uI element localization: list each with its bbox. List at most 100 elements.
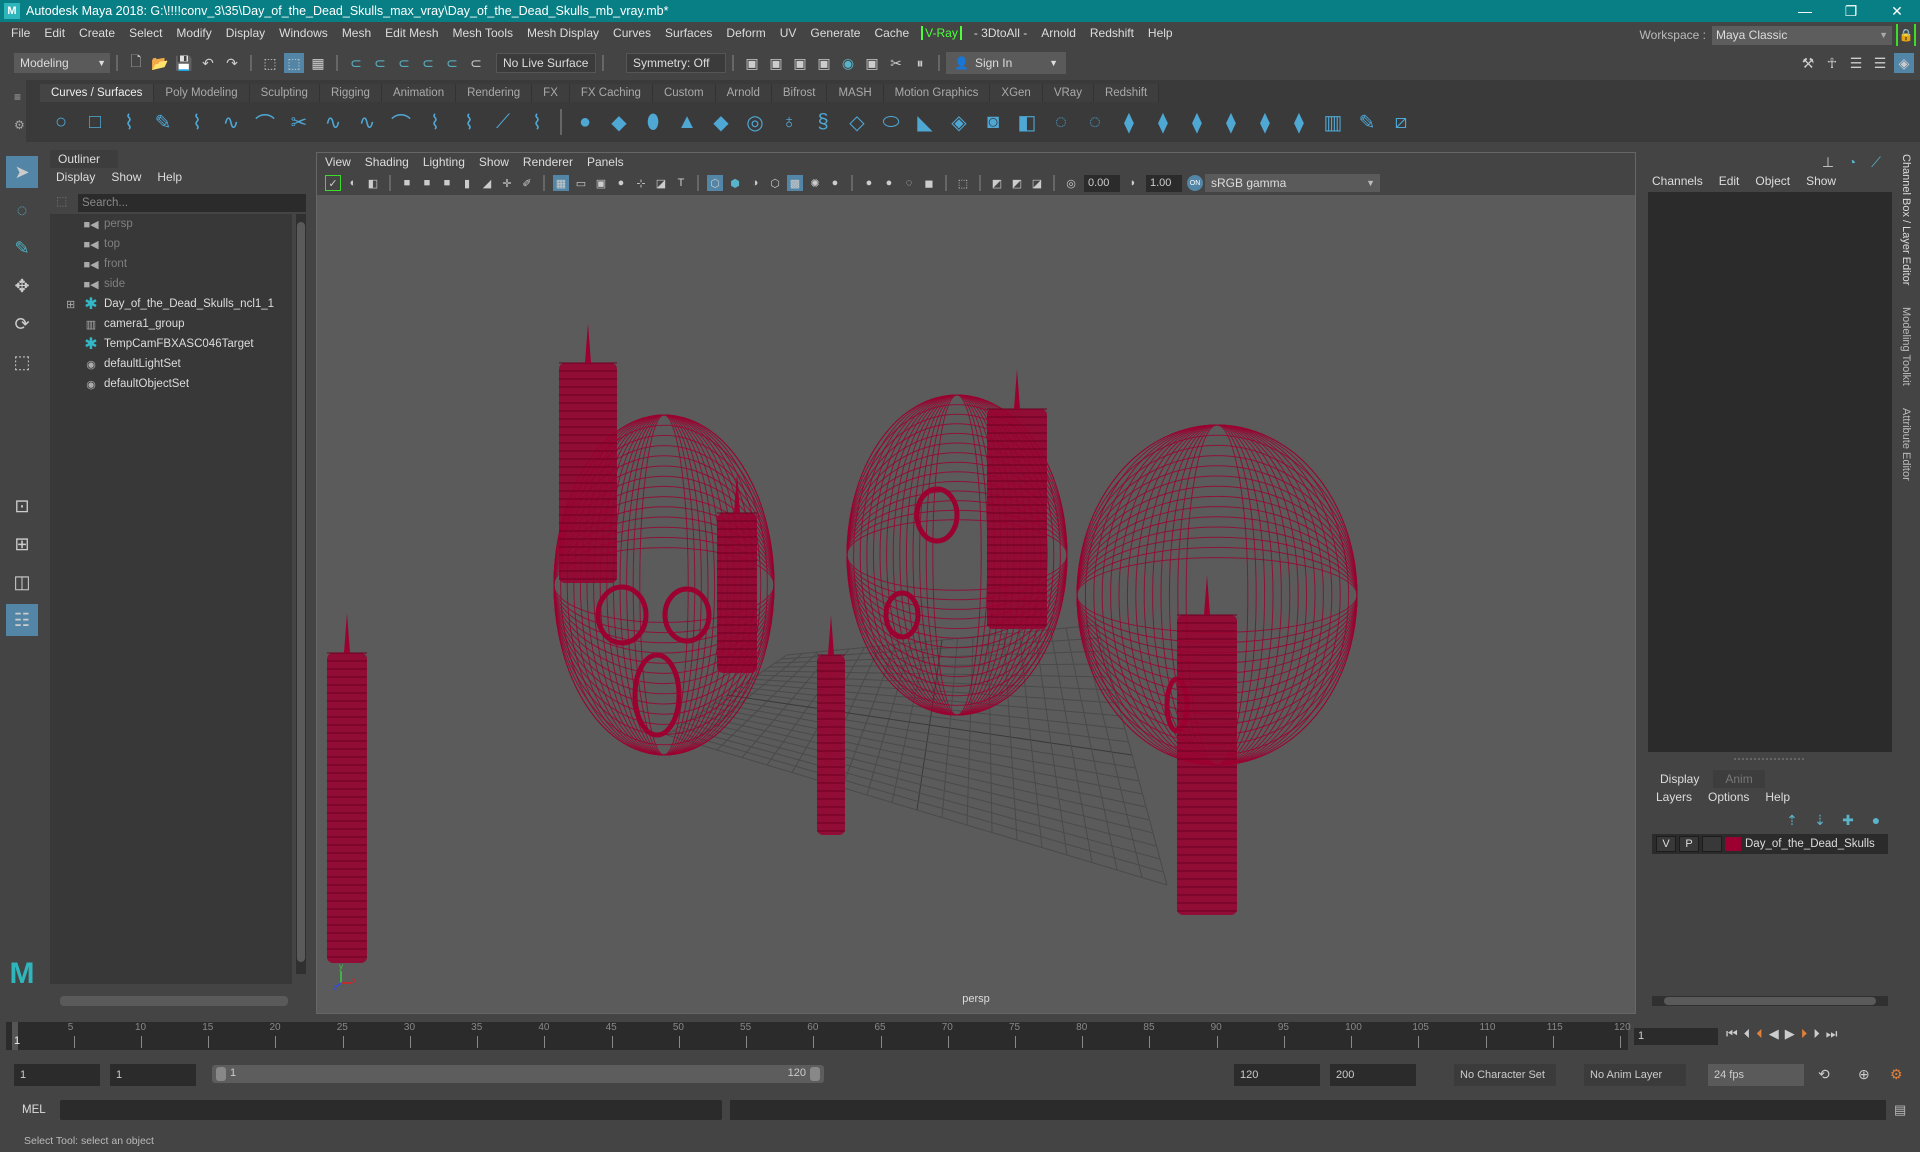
menu-select[interactable]: Select bbox=[122, 26, 169, 40]
anim-prefs-icon[interactable]: ⚙ bbox=[1890, 1066, 1903, 1083]
render-view-icon[interactable]: ▣ bbox=[742, 53, 762, 73]
shelf-tab-xgen[interactable]: XGen bbox=[990, 84, 1043, 102]
character-controls-icon[interactable]: ☥ bbox=[1822, 53, 1842, 73]
start-time-field[interactable]: 1 bbox=[14, 1064, 100, 1086]
shelf-tab-redshift[interactable]: Redshift bbox=[1093, 84, 1160, 102]
rotate-tool-icon[interactable]: ⟳ bbox=[6, 308, 38, 340]
outliner-item[interactable]: ■◀ persp bbox=[50, 214, 292, 234]
gamma-field[interactable]: 1.00 bbox=[1146, 174, 1182, 192]
nurbs-torus-icon[interactable]: ◎ bbox=[741, 108, 769, 136]
menu-modify[interactable]: Modify bbox=[169, 26, 218, 40]
outliner-item[interactable]: ■◀ front bbox=[50, 254, 292, 274]
fps-dropdown[interactable]: 24 fps bbox=[1708, 1064, 1804, 1086]
channel-box-icon[interactable]: ◈ bbox=[1894, 53, 1914, 73]
bevel-icon[interactable]: ◈ bbox=[945, 108, 973, 136]
snap-surface-icon[interactable]: ⊂ bbox=[442, 53, 462, 73]
lock-icon[interactable]: 🔒 bbox=[1896, 24, 1916, 46]
tab-anim[interactable]: Anim bbox=[1713, 770, 1765, 788]
viewport-menu-view[interactable]: View bbox=[325, 155, 351, 169]
persp-outliner-layout-icon[interactable]: ◫ bbox=[6, 566, 38, 598]
new-scene-icon[interactable]: 🗋 bbox=[126, 53, 146, 73]
isolate-select-icon[interactable]: ⬚ bbox=[955, 175, 971, 191]
safe-title-icon[interactable]: T bbox=[673, 175, 689, 191]
menu-mesh-display[interactable]: Mesh Display bbox=[520, 26, 606, 40]
hypershade-icon[interactable]: ◉ bbox=[838, 53, 858, 73]
sculpt-surface-icon[interactable]: ✎ bbox=[1353, 108, 1381, 136]
light-editor-icon[interactable]: ✂ bbox=[886, 53, 906, 73]
camera-icon[interactable]: ■ bbox=[399, 175, 415, 191]
outliner-hscrollbar[interactable] bbox=[60, 996, 288, 1006]
layer-color-swatch[interactable] bbox=[1725, 837, 1741, 851]
filter-icon[interactable]: ⬚ bbox=[56, 194, 67, 208]
select-tool-icon[interactable]: ➤ bbox=[6, 156, 38, 188]
outliner-item[interactable]: ■◀ top bbox=[50, 234, 292, 254]
nurbs-square-icon[interactable]: □ bbox=[81, 108, 109, 136]
shelf-tab-mash[interactable]: MASH bbox=[827, 84, 884, 102]
sign-in-button[interactable]: 👤 Sign In ▼ bbox=[946, 52, 1066, 74]
shelf-tab-animation[interactable]: Animation bbox=[381, 84, 457, 102]
redo-icon[interactable]: ↷ bbox=[222, 53, 242, 73]
close-button[interactable]: ✕ bbox=[1874, 0, 1920, 22]
speed-icon[interactable]: ◔ bbox=[1842, 152, 1862, 172]
move-tool-icon[interactable]: ✥ bbox=[6, 270, 38, 302]
auto-key-icon[interactable]: ⊕ bbox=[1858, 1066, 1870, 1083]
shelf-tab-sculpting[interactable]: Sculpting bbox=[249, 84, 320, 102]
extrude-icon[interactable]: ⬭ bbox=[877, 108, 905, 136]
move-layer-up-icon[interactable]: ⇡ bbox=[1782, 810, 1802, 830]
ep-curve-icon[interactable]: ⌇ bbox=[183, 108, 211, 136]
safe-action-icon[interactable]: ◪ bbox=[653, 175, 669, 191]
layer-menu-layers[interactable]: Layers bbox=[1656, 790, 1692, 804]
outliner-item[interactable]: ■◀ side bbox=[50, 274, 292, 294]
pencil-curve-icon[interactable]: ✎ bbox=[149, 108, 177, 136]
revolve-icon[interactable]: ♁ bbox=[775, 108, 803, 136]
ipr-render-icon[interactable]: ▣ bbox=[790, 53, 810, 73]
channelbox-menu-edit[interactable]: Edit bbox=[1719, 174, 1740, 188]
expand-icon[interactable]: ⊞ bbox=[66, 298, 75, 311]
select-object-icon[interactable]: ⬚ bbox=[284, 53, 304, 73]
menu-vray[interactable]: V-Ray bbox=[921, 26, 962, 40]
viewport-panel[interactable]: View Shading Lighting Show Renderer Pane… bbox=[316, 152, 1636, 1014]
side-tab-channel-box[interactable]: Channel Box / Layer Editor bbox=[1898, 150, 1914, 289]
untrim-icon[interactable]: ⧫ bbox=[1115, 108, 1143, 136]
move-layer-down-icon[interactable]: ⇣ bbox=[1810, 810, 1830, 830]
shelf-tab-curves-surfaces[interactable]: Curves / Surfaces bbox=[40, 84, 155, 102]
detach-curves-icon[interactable]: ∿ bbox=[353, 108, 381, 136]
go-to-end-icon[interactable]: ⏭ bbox=[1826, 1026, 1838, 1042]
viewport-menu-renderer[interactable]: Renderer bbox=[523, 155, 573, 169]
render-settings-icon[interactable]: ▣ bbox=[814, 53, 834, 73]
boundary-icon[interactable]: ◙ bbox=[979, 108, 1007, 136]
bookmark-icon[interactable]: ▮ bbox=[459, 175, 475, 191]
curve-cut-icon[interactable]: ✂ bbox=[285, 108, 313, 136]
range-start-handle[interactable] bbox=[216, 1067, 226, 1081]
menu-deform[interactable]: Deform bbox=[719, 26, 772, 40]
new-empty-layer-icon[interactable]: ✚ bbox=[1838, 810, 1858, 830]
field-chart-icon[interactable]: ⊹ bbox=[633, 175, 649, 191]
shelf-tab-rigging[interactable]: Rigging bbox=[319, 84, 382, 102]
viewport-menu-show[interactable]: Show bbox=[479, 155, 509, 169]
shadows-icon[interactable]: ● bbox=[827, 175, 843, 191]
attach-curves-icon[interactable]: ∿ bbox=[319, 108, 347, 136]
outliner-item[interactable]: ◉ defaultObjectSet bbox=[50, 374, 292, 394]
project-curve-icon[interactable]: ◌ bbox=[1047, 108, 1075, 136]
outliner-tab[interactable]: Outliner bbox=[50, 150, 118, 168]
menu-cache[interactable]: Cache bbox=[867, 26, 916, 40]
gate-mask-icon[interactable]: ● bbox=[613, 175, 629, 191]
shelf-tab-poly-modeling[interactable]: Poly Modeling bbox=[154, 84, 250, 102]
rebuild-surface-icon[interactable]: ▥ bbox=[1319, 108, 1347, 136]
film-gate-icon[interactable]: ▭ bbox=[573, 175, 589, 191]
manipulator-icon[interactable]: ⊥ bbox=[1818, 152, 1838, 172]
planar-icon[interactable]: ◇ bbox=[843, 108, 871, 136]
nurbs-circle-icon[interactable]: ○ bbox=[47, 108, 75, 136]
menu-set-dropdown[interactable]: Modeling ▼ bbox=[14, 53, 110, 73]
new-layer-selected-icon[interactable]: ● bbox=[1866, 810, 1886, 830]
attribute-editor-icon[interactable]: ☰ bbox=[1846, 53, 1866, 73]
single-perspective-layout-icon[interactable]: ⊡ bbox=[6, 490, 38, 522]
2d-pan-zoom-icon[interactable]: ✛ bbox=[499, 175, 515, 191]
channelbox-menu-show[interactable]: Show bbox=[1806, 174, 1836, 188]
shelf-tab-bifrost[interactable]: Bifrost bbox=[771, 84, 828, 102]
step-forward-key-icon[interactable]: ⏵ bbox=[1801, 1026, 1808, 1042]
layer-playback-toggle[interactable]: P bbox=[1679, 836, 1699, 852]
menu-display[interactable]: Display bbox=[219, 26, 272, 40]
select-camera-icon[interactable]: ◧ bbox=[365, 175, 381, 191]
restore-button[interactable]: ❐ bbox=[1828, 0, 1874, 22]
